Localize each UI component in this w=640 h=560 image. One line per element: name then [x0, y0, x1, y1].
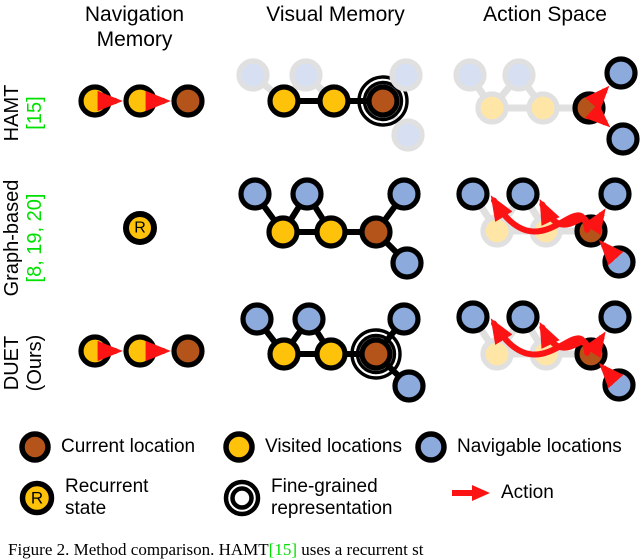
cell-graph-based-visual-memory — [238, 177, 424, 280]
caption-tail: uses a recurrent st — [296, 540, 424, 559]
legend-item-recurrent-state: R Recurrent state — [18, 476, 148, 520]
caption-prefix: Figure 2. — [8, 540, 70, 559]
node-visited-location — [314, 215, 348, 249]
double-ring-icon — [223, 479, 261, 517]
node-navigable-location — [604, 56, 638, 90]
node-visited-location — [123, 334, 157, 368]
node-navigable-location — [506, 300, 540, 334]
node-navigable-location — [602, 368, 636, 402]
cell-hamt-action-space — [453, 56, 640, 156]
legend-label-recurrent-state: Recurrent state — [65, 476, 149, 519]
node-visited-location — [267, 337, 301, 371]
node-visited-location — [123, 84, 157, 118]
cell-duet-action-space — [456, 300, 636, 402]
action-arrow — [599, 239, 624, 266]
legend-label-navigable-locations: Navigable locations — [457, 436, 622, 457]
node-visited-location — [266, 215, 300, 249]
node-navigable-location-faded — [236, 58, 270, 92]
red-arrow-icon — [452, 485, 490, 501]
node-current-location — [572, 91, 606, 125]
action-arrow — [583, 331, 606, 359]
node-navigable-location — [506, 177, 540, 211]
legend-item-navigable-locations: Navigable locations — [414, 430, 622, 464]
recurrent-state-icon: R — [19, 480, 55, 516]
action-arrow — [584, 85, 610, 112]
node-current-location — [171, 334, 205, 368]
method-comparison-diagram: R — [78, 56, 640, 403]
legend-item-current-location: Current location — [18, 430, 195, 464]
recurrent-state-glyph: R — [134, 220, 146, 237]
node-navigable-location — [387, 302, 421, 336]
node-blue-icon — [415, 431, 447, 463]
node-navigable-location — [606, 122, 640, 156]
node-visited-location — [314, 337, 348, 371]
node-yellow-icon — [223, 431, 255, 463]
cell-hamt-navigation-memory — [78, 84, 205, 118]
node-navigable-location — [392, 369, 426, 403]
cell-duet-visual-memory — [240, 302, 426, 403]
node-navigable-location — [238, 177, 272, 211]
node-navigable-location — [240, 302, 274, 336]
node-current-location — [171, 84, 205, 118]
node-navigable-location-faded — [391, 118, 425, 152]
legend: Current location Visited locations Navig… — [0, 424, 640, 534]
node-navigable-location — [456, 177, 490, 211]
cell-graph-based-action-space — [456, 177, 636, 279]
node-visited-location-faded — [526, 91, 560, 125]
node-visited-location-faded — [475, 91, 509, 125]
node-navigable-location — [456, 300, 490, 334]
caption-text: Method comparison. HAMT — [73, 540, 269, 559]
node-current-location — [366, 84, 400, 118]
node-visited-location — [78, 334, 112, 368]
node-navigable-location-faded — [453, 58, 487, 92]
node-navigable-location — [387, 177, 421, 211]
legend-label-action: Action — [501, 482, 554, 503]
node-visited-location — [78, 84, 112, 118]
node-navigable-location-faded — [389, 58, 423, 92]
node-navigable-location-faded — [289, 58, 323, 92]
node-navigable-location-faded — [502, 58, 536, 92]
node-navigable-location — [390, 246, 424, 280]
node-navigable-location — [602, 245, 636, 279]
recurrent-state-glyph: R — [31, 489, 43, 508]
node-brown-icon — [19, 431, 51, 463]
figure-caption: Figure 2. Method comparison. HAMT[15] us… — [8, 540, 640, 560]
node-visited-location — [317, 84, 351, 118]
node-current-location — [359, 215, 393, 249]
legend-label-visited-locations: Visited locations — [265, 436, 402, 457]
cell-duet-navigation-memory — [78, 334, 205, 368]
node-navigable-location — [598, 300, 632, 334]
legend-item-visited-locations: Visited locations — [222, 430, 402, 464]
action-arrow — [583, 208, 606, 236]
node-current-location — [359, 337, 393, 371]
cell-graph-based-navigation-memory: R — [123, 211, 157, 245]
cell-hamt-visual-memory — [236, 58, 425, 152]
figure-canvas: Navigation Memory Visual Memory Action S… — [0, 0, 640, 560]
action-arrow — [584, 102, 611, 128]
legend-item-action: Action — [450, 482, 554, 504]
node-navigable-location — [290, 177, 324, 211]
node-visited-location — [267, 84, 301, 118]
legend-item-fine-grained: Fine-grained representation — [222, 476, 392, 520]
legend-label-current-location: Current location — [61, 436, 196, 457]
caption-citation: [15] — [268, 540, 297, 559]
node-navigable-location — [598, 177, 632, 211]
legend-label-fine-grained: Fine-grained representation — [271, 476, 393, 519]
action-arrow — [599, 362, 624, 389]
node-navigable-location — [292, 302, 326, 336]
